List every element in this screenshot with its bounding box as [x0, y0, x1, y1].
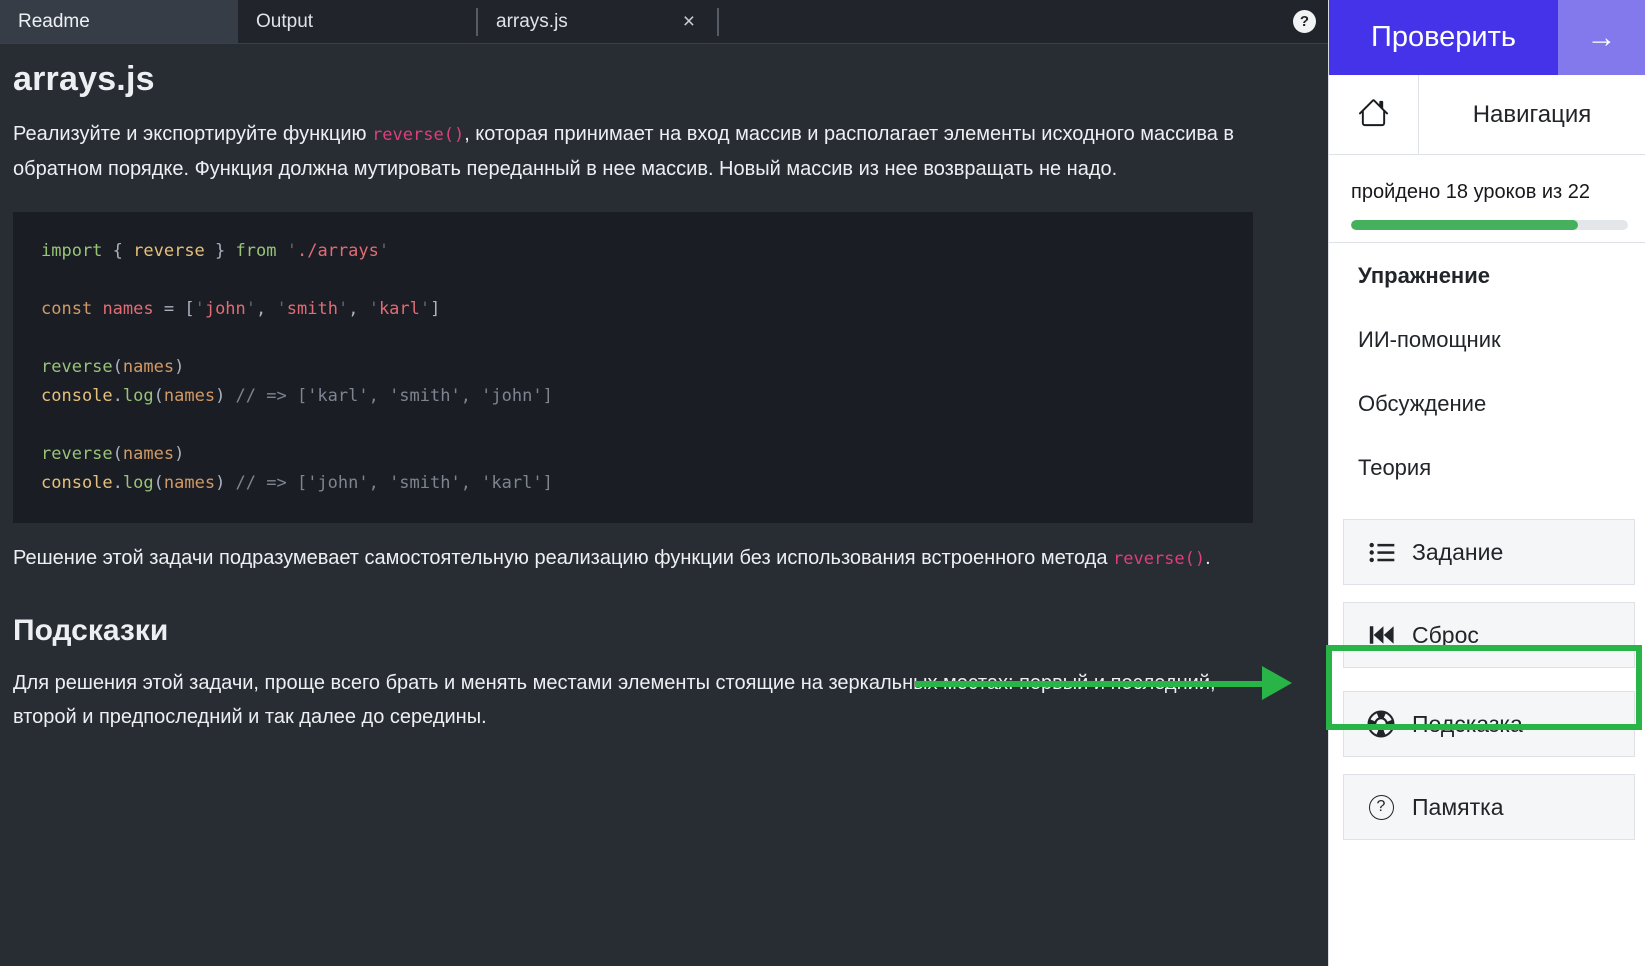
tab-arrays-js-label: arrays.js — [496, 11, 568, 33]
lesson-nav-links: Упражнение ИИ-помощник Обсуждение Теория — [1329, 243, 1645, 480]
task-button-label: Задание — [1412, 539, 1503, 566]
hint-button-label: Подсказка — [1412, 711, 1523, 738]
close-icon[interactable]: × — [679, 11, 699, 32]
inline-code-reverse: reverse() — [1113, 549, 1205, 569]
nav-link-theory[interactable]: Теория — [1358, 455, 1630, 480]
hints-title: Подсказки — [13, 614, 1248, 648]
reset-button-label: Сброс — [1412, 622, 1479, 649]
readme-content: arrays.js Реализуйте и экспортируйте фун… — [0, 44, 1328, 734]
progress-bar-fill — [1351, 220, 1578, 230]
editor-pane: Readme Output arrays.js × ? arrays.js Ре… — [0, 0, 1328, 966]
tab-output-label: Output — [256, 11, 313, 33]
task-description: Реализуйте и экспортируйте функцию rever… — [13, 117, 1248, 186]
tab-readme-label: Readme — [18, 11, 90, 33]
nav-link-discussion[interactable]: Обсуждение — [1358, 391, 1630, 416]
navigation-button[interactable]: Навигация — [1419, 75, 1645, 154]
annotation-arrow-head — [1262, 666, 1292, 700]
page-title: arrays.js — [13, 60, 1248, 99]
home-button[interactable] — [1329, 75, 1419, 154]
hints-text: Для решения этой задачи, проще всего бра… — [13, 666, 1248, 734]
memo-button[interactable]: ? Памятка — [1343, 774, 1635, 840]
arrow-right-icon: → — [1587, 21, 1617, 55]
help-icon[interactable]: ? — [1293, 10, 1316, 33]
reset-button[interactable]: Сброс — [1343, 602, 1635, 668]
progress-section: пройдено 18 уроков из 22 — [1329, 155, 1645, 243]
progress-label: пройдено 18 уроков из 22 — [1351, 181, 1628, 204]
annotation-arrow-line — [915, 681, 1265, 687]
nav-link-exercise[interactable]: Упражнение — [1358, 263, 1630, 288]
nav-link-ai-assistant[interactable]: ИИ-помощник — [1358, 327, 1630, 352]
check-button-arrow[interactable]: → — [1558, 0, 1645, 75]
navigation-row: Навигация — [1329, 75, 1645, 155]
life-ring-icon — [1367, 710, 1395, 738]
tab-output[interactable]: Output — [238, 0, 476, 43]
memo-button-label: Памятка — [1412, 794, 1503, 821]
inline-code-reverse: reverse() — [372, 125, 464, 145]
question-circle-icon: ? — [1367, 793, 1395, 821]
tab-readme[interactable]: Readme — [0, 0, 238, 43]
sidebar: Проверить → Навигация пройдено 18 уроков… — [1328, 0, 1645, 966]
hint-button[interactable]: Подсказка — [1343, 691, 1635, 757]
skip-back-icon — [1367, 621, 1395, 649]
code-block: import { reverse } from './arrays' const… — [13, 212, 1253, 523]
task-button[interactable]: Задание — [1343, 519, 1635, 585]
action-buttons: Задание Сброс Подсказка — [1329, 519, 1645, 840]
list-icon — [1367, 538, 1395, 566]
check-button[interactable]: Проверить — [1329, 0, 1558, 75]
tab-arrays-js[interactable]: arrays.js × — [478, 0, 717, 43]
solution-note: Решение этой задачи подразумевает самост… — [13, 541, 1248, 576]
progress-bar — [1351, 220, 1628, 230]
tab-separator — [717, 8, 719, 36]
check-button-row: Проверить → — [1329, 0, 1645, 75]
home-icon — [1358, 97, 1389, 133]
tab-bar: Readme Output arrays.js × ? — [0, 0, 1328, 44]
